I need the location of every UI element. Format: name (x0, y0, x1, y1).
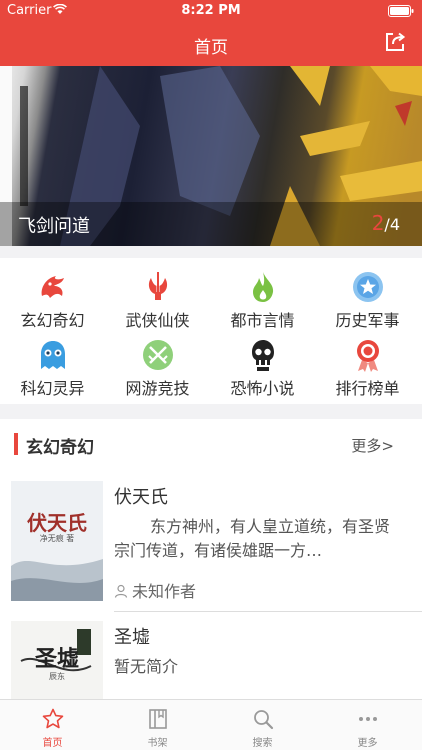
book-title: 圣墟 (114, 627, 150, 648)
book-author: 未知作者 (114, 578, 196, 602)
section-header: 玄幻奇幻 更多> (0, 419, 422, 471)
book-cover: 圣墟 辰东 (11, 621, 103, 699)
category-label: 恐怖小说 (230, 379, 295, 398)
battery-icon (388, 5, 414, 17)
book-cover-title: 圣墟 (34, 646, 79, 672)
tab-home[interactable]: 首页 (0, 700, 105, 750)
category-lishi[interactable]: 历史军事 (315, 270, 420, 334)
banner-caption: 飞剑问道 2/4 (0, 202, 422, 246)
tab-search[interactable]: 搜索 (210, 700, 315, 750)
category-paihang[interactable]: 排行榜单 (315, 338, 420, 402)
tab-label: 书架 (147, 738, 168, 749)
banner-title: 飞剑问道 (18, 216, 90, 237)
category-label: 玄幻奇幻 (20, 311, 85, 330)
category-wangyou[interactable]: 网游竞技 (105, 338, 210, 402)
banner-current-page: 2 (371, 211, 385, 235)
tab-label: 搜索 (252, 738, 273, 749)
book-description: 东方神州，有人皇立道统，有圣贤宗门传道，有诸侯雄踞一方… (114, 517, 391, 560)
page-title: 首页 (194, 38, 228, 58)
user-icon (114, 584, 128, 598)
book-cover: 伏天氏 净无痕 著 (11, 481, 103, 601)
book-cover-subtitle: 净无痕 著 (39, 534, 75, 543)
shield-star-icon (352, 272, 383, 302)
category-kongbu[interactable]: 恐怖小说 (210, 338, 315, 402)
category-label: 都市言情 (230, 311, 295, 330)
status-time: 8:22 PM (181, 3, 241, 18)
section-more-link[interactable]: 更多> (351, 435, 394, 456)
category-xuanhuan[interactable]: 玄幻奇幻 (0, 270, 105, 334)
section-title: 玄幻奇幻 (26, 438, 94, 458)
search-icon (253, 710, 273, 730)
category-label: 网游竞技 (125, 379, 190, 398)
tab-more[interactable]: 更多 (315, 700, 420, 750)
category-label: 科幻灵异 (20, 379, 85, 398)
tab-bar: 首页 书架 搜索 更多 (0, 699, 422, 750)
book-description: 暂无简介 (114, 657, 179, 676)
sword-icon (148, 272, 167, 300)
book-divider (114, 611, 422, 612)
book-author-name: 未知作者 (132, 582, 197, 601)
category-grid: 玄幻奇幻 武侠仙侠 都市言情 历史军事 科幻灵异 网游竞技 恐怖小说 排行榜单 (0, 258, 422, 404)
tab-label: 更多 (357, 738, 378, 749)
banner-total-pages: /4 (384, 215, 400, 234)
flame-icon (252, 272, 273, 302)
book-item[interactable]: 圣墟 辰东 圣墟 暂无简介 (0, 621, 422, 699)
app-header: Carrier 8:22 PM 首页 (0, 0, 422, 66)
medal-icon (356, 340, 379, 372)
dragon-icon (41, 276, 64, 298)
book-cover-title: 伏天氏 (27, 511, 87, 535)
category-label: 排行榜单 (335, 379, 400, 398)
skull-icon (251, 340, 274, 371)
crossed-swords-icon (142, 340, 173, 370)
category-label: 历史军事 (335, 311, 400, 330)
ghost-icon (40, 341, 65, 369)
category-wuxia[interactable]: 武侠仙侠 (105, 270, 210, 334)
category-dushi[interactable]: 都市言情 (210, 270, 315, 334)
banner-page-indicator: 2/4 (372, 211, 400, 235)
category-label: 武侠仙侠 (125, 311, 190, 330)
book-title: 伏天氏 (114, 487, 168, 508)
share-icon[interactable] (384, 31, 406, 53)
banner-carousel[interactable]: 飞剑问道 2/4 (0, 66, 422, 246)
status-bar: Carrier 8:22 PM (0, 0, 422, 22)
section-accent-bar (14, 433, 18, 455)
category-kehuan[interactable]: 科幻灵异 (0, 338, 105, 402)
more-dots-icon (358, 717, 377, 721)
book-item[interactable]: 伏天氏 净无痕 著 伏天氏 东方神州，有人皇立道统，有圣贤宗门传道，有诸侯雄踞一… (0, 481, 422, 611)
book-cover-subtitle: 辰东 (49, 672, 65, 681)
bookshelf-icon (148, 709, 167, 729)
tab-bookshelf[interactable]: 书架 (105, 700, 210, 750)
tab-label: 首页 (42, 738, 63, 749)
section-xuanhuan: 玄幻奇幻 更多> 伏天氏 净无痕 著 伏天氏 东方神州，有人皇立道统，有圣贤宗门… (0, 419, 422, 699)
star-icon (42, 708, 63, 729)
